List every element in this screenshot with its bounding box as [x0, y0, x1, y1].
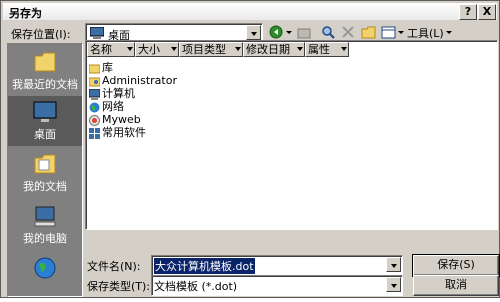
place-recent[interactable]: 我最近的文档 [8, 46, 82, 96]
place-my-computer[interactable]: 我的电脑 [8, 200, 82, 250]
places-bar: 我最近的文档 桌面 我的文档 我的电脑 [7, 43, 83, 297]
delete-icon[interactable] [341, 25, 355, 41]
up-folder-icon[interactable] [297, 25, 311, 41]
place-label: 我的电脑 [23, 232, 67, 245]
network-icon [89, 102, 100, 112]
search-web-icon[interactable] [321, 25, 335, 41]
filetype-label: 保存类型(T): [87, 280, 151, 293]
cancel-button[interactable]: 取消 [413, 275, 499, 296]
recent-docs-icon [34, 52, 56, 72]
list-item[interactable]: 网络 [89, 100, 124, 113]
network-globe-icon [34, 257, 56, 279]
column-header-attributes[interactable]: 属性 [305, 42, 349, 57]
column-header-name[interactable]: 名称 [87, 42, 135, 57]
list-item[interactable]: 计算机 [89, 87, 135, 100]
dialog-title: 另存为 [9, 7, 42, 20]
tools-menu[interactable]: 工具(L) [407, 25, 444, 41]
list-item[interactable]: Myweb [89, 113, 141, 126]
back-dropdown-icon[interactable] [285, 25, 293, 41]
save-button[interactable]: 保存(S) [412, 254, 500, 277]
my-computer-icon [34, 206, 56, 227]
place-label: 我最近的文档 [12, 78, 78, 91]
place-desktop[interactable]: 桌面 [8, 96, 82, 146]
user-folder-icon [89, 77, 100, 86]
filetype-combo[interactable]: 文档模板 (*.dot) [151, 275, 403, 296]
computer-icon [89, 88, 100, 100]
filename-combo[interactable]: 大众计算机模板.dot [151, 255, 403, 276]
save-in-label: 保存位置(I): [11, 28, 71, 41]
desktop-icon [33, 101, 57, 122]
list-item[interactable]: Administrator [89, 74, 177, 87]
my-documents-icon [34, 154, 56, 174]
chevron-down-icon[interactable] [386, 257, 401, 272]
column-header-size[interactable]: 大小 [135, 42, 179, 57]
file-list[interactable]: 名称 大小 项目类型 修改日期 属性 库 Administrator 计算机 网… [85, 40, 498, 230]
web-icon [89, 114, 100, 126]
place-network[interactable] [8, 252, 82, 302]
title-bar: 另存为 ? X [3, 3, 497, 20]
list-item[interactable]: 常用软件 [89, 126, 146, 139]
views-dropdown-icon[interactable] [397, 25, 405, 41]
help-button[interactable]: ? [459, 4, 477, 20]
place-label: 桌面 [34, 128, 56, 141]
library-icon [89, 64, 100, 73]
desktop-icon [90, 27, 104, 39]
filetype-value: 文档模板 (*.dot) [154, 280, 238, 293]
tools-dropdown-icon[interactable] [445, 25, 453, 41]
place-my-documents[interactable]: 我的文档 [8, 148, 82, 198]
views-icon[interactable] [381, 25, 397, 41]
back-icon[interactable] [269, 25, 283, 41]
close-button[interactable]: X [478, 4, 496, 20]
new-folder-icon[interactable] [361, 25, 377, 41]
save-as-dialog: 另存为 ? X 保存位置(I): 桌面 工具(L) 我最近的文档 桌面 我的文档… [0, 0, 500, 298]
filename-value: 大众计算机模板.dot [154, 258, 255, 274]
place-label: 我的文档 [23, 180, 67, 193]
list-item[interactable]: 库 [89, 61, 113, 74]
column-header-type[interactable]: 项目类型 [179, 42, 243, 57]
filename-label: 文件名(N): [87, 260, 141, 273]
software-icon [89, 127, 100, 139]
column-header-modified[interactable]: 修改日期 [243, 42, 305, 57]
chevron-down-icon[interactable] [246, 25, 261, 40]
chevron-down-icon[interactable] [386, 277, 401, 292]
